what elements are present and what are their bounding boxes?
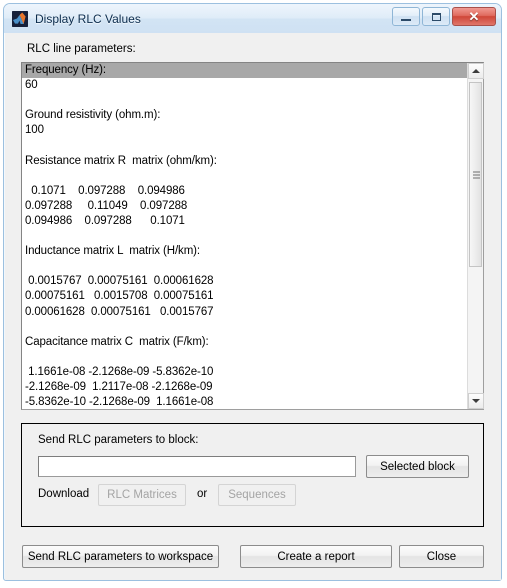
download-sequences-button[interactable]: Sequences (218, 484, 296, 506)
title-bar: Display RLC Values ✕ (4, 4, 501, 33)
client-area: RLC line parameters: Frequency (Hz): 60 G… (5, 33, 501, 580)
or-label: or (197, 488, 208, 500)
display-rlc-values-window: Display RLC Values ✕ RLC line parameters… (3, 3, 502, 581)
maximize-icon (431, 12, 441, 21)
rlc-line-parameters-label: RLC line parameters: (27, 43, 136, 55)
download-rlc-matrices-button[interactable]: RLC Matrices (98, 484, 186, 506)
scroll-down-icon (472, 399, 480, 403)
close-window-button[interactable]: ✕ (452, 7, 496, 26)
download-label: Download (38, 488, 90, 500)
rlc-values-textarea[interactable]: Frequency (Hz): 60 Ground resistivity (oh… (21, 62, 484, 410)
window-title: Display RLC Values (35, 11, 141, 26)
selected-line: Frequency (Hz): (22, 63, 467, 79)
bottom-button-bar: Send RLC parameters to workspace Create … (5, 538, 501, 580)
minimize-button[interactable] (392, 7, 420, 26)
send-rlc-to-workspace-button[interactable]: Send RLC parameters to workspace (22, 545, 219, 568)
maximize-button[interactable] (422, 7, 450, 26)
rlc-values-text-content[interactable]: Frequency (Hz): 60 Ground resistivity (oh… (22, 63, 467, 409)
send-rlc-to-block-panel: Send RLC parameters to block: Selected b… (21, 423, 484, 527)
block-path-input[interactable] (38, 456, 356, 477)
close-icon: ✕ (468, 9, 480, 24)
minimize-icon (401, 18, 411, 21)
rlc-values-text: Frequency (Hz): 60 Ground resistivity (oh… (22, 63, 467, 409)
scroll-up-icon (472, 69, 480, 73)
scroll-down-button[interactable] (468, 393, 484, 409)
window-controls: ✕ (392, 7, 496, 26)
scrollbar-grip-icon (473, 171, 480, 178)
create-report-button[interactable]: Create a report (240, 545, 392, 568)
scroll-up-button[interactable] (468, 63, 484, 79)
rlc-values-body: 60 Ground resistivity (ohm.m): 100 Resis… (25, 79, 217, 409)
vertical-scrollbar[interactable] (467, 63, 484, 409)
matlab-logo-icon (12, 10, 28, 27)
scrollbar-thumb[interactable] (469, 82, 482, 267)
close-button[interactable]: Close (399, 545, 484, 568)
selected-block-button[interactable]: Selected block (366, 455, 469, 478)
send-panel-title: Send RLC parameters to block: (38, 434, 199, 446)
